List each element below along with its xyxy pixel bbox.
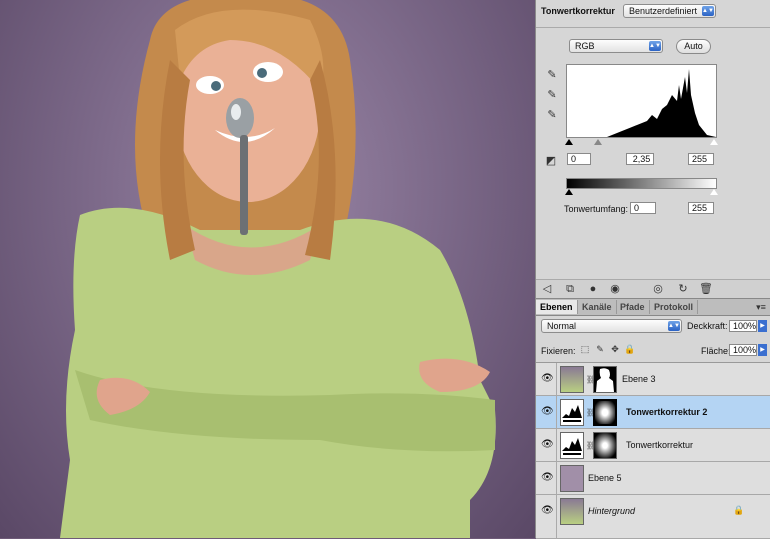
output-black-slider[interactable] [565, 189, 573, 195]
lock-icon: 🔒 [733, 505, 745, 515]
select-arrow-icon: ▲▼ [668, 321, 680, 331]
lock-position-icon[interactable]: ✥ [608, 342, 622, 356]
blend-mode-select[interactable]: Normal ▲▼ [541, 319, 682, 333]
back-arrow-icon[interactable]: ◁ [540, 282, 554, 296]
adjustments-title: Tonwertkorrektur [541, 6, 615, 16]
layer-row-hintergrund[interactable]: 👁 Hintergrund 🔒 [536, 495, 770, 539]
layer-thumbnail [560, 465, 584, 492]
panel-menu-icon[interactable]: ▾≡ [754, 300, 768, 314]
levels-adjustment-thumbnail [560, 432, 584, 459]
select-arrow-icon: ▲▼ [702, 6, 714, 16]
layer-row-ebene-3[interactable]: 👁 ⛓ Ebene 3 [536, 363, 770, 396]
eye-icon[interactable]: 👁 [541, 472, 554, 484]
layer-row-tonwertkorrektur-2[interactable]: 👁 ⛓ Tonwertkorrektur 2 [536, 396, 770, 429]
preset-select[interactable]: Benutzerdefiniert ▲▼ [623, 4, 716, 18]
input-white-slider[interactable] [710, 139, 718, 145]
fill-dropdown-icon[interactable]: ▶ [758, 344, 767, 356]
tab-layers[interactable]: Ebenen [536, 300, 578, 314]
lock-label: Fixieren: [541, 346, 576, 356]
layer-mask-thumbnail[interactable] [593, 366, 617, 393]
reset-icon[interactable]: ↻ [676, 282, 690, 296]
black-point-eyedropper-icon[interactable]: ✎ [545, 68, 559, 82]
lock-all-icon[interactable]: 🔒 [623, 342, 637, 356]
layer-mask-thumbnail[interactable] [593, 432, 617, 459]
document-canvas[interactable] [0, 0, 535, 538]
lock-pixels-icon[interactable]: ✎ [593, 342, 607, 356]
layer-name: Tonwertkorrektur 2 [626, 407, 708, 417]
fill-field[interactable]: 100% [729, 344, 757, 356]
input-gamma-field[interactable]: 2,35 [626, 153, 654, 165]
layer-name: Ebene 5 [588, 473, 622, 483]
layer-name: Ebene 3 [622, 374, 656, 384]
layer-thumbnail [560, 366, 584, 393]
opacity-field[interactable]: 100% [729, 320, 757, 332]
white-point-eyedropper-icon[interactable]: ✎ [545, 108, 559, 122]
trash-icon[interactable]: 🗑 [699, 282, 713, 296]
layer-name: Hintergrund [588, 506, 636, 516]
gray-point-eyedropper-icon[interactable]: ✎ [545, 88, 559, 102]
layer-name: Tonwertkorrektur [626, 440, 694, 450]
visibility-icon[interactable]: ◉ [608, 282, 622, 296]
output-white-slider[interactable] [710, 189, 718, 195]
select-arrow-icon: ▲▼ [649, 41, 661, 51]
view-previous-icon[interactable]: ◎ [651, 282, 665, 296]
right-panel: Tonwertkorrektur Benutzerdefiniert ▲▼ RG… [535, 0, 770, 539]
photo-girl-with-spoon [60, 0, 496, 538]
adjustments-toolbar: ◁ ⧉ ● ◉ ◎ ↻ 🗑 [536, 279, 770, 299]
tab-history[interactable]: Protokoll [650, 300, 699, 314]
layer-thumbnail [560, 498, 584, 525]
layer-row-tonwertkorrektur[interactable]: 👁 ⛓ Tonwertkorrektur [536, 429, 770, 462]
channel-select-value: RGB [575, 41, 595, 51]
output-white-field[interactable]: 255 [688, 202, 714, 214]
auto-button[interactable]: Auto [676, 39, 711, 54]
opacity-label: Deckkraft: [687, 321, 728, 331]
opacity-dropdown-icon[interactable]: ▶ [758, 320, 767, 332]
output-black-field[interactable]: 0 [630, 202, 656, 214]
input-white-field[interactable]: 255 [688, 153, 714, 165]
histogram-graph [567, 69, 716, 137]
eye-icon[interactable]: 👁 [541, 406, 554, 418]
fill-label: Fläche: [701, 346, 731, 356]
eye-icon[interactable]: 👁 [541, 373, 554, 385]
input-black-field[interactable]: 0 [567, 153, 591, 165]
clip-warning-icon[interactable]: ◩ [544, 154, 558, 168]
expand-view-icon[interactable]: ⧉ [563, 282, 577, 296]
eye-icon[interactable]: 👁 [541, 439, 554, 451]
levels-adjustment-thumbnail [560, 399, 584, 426]
histogram [566, 64, 717, 138]
layer-mask-thumbnail[interactable] [593, 399, 617, 426]
lock-transparency-icon[interactable]: ⬚ [578, 342, 592, 356]
clip-to-layer-icon[interactable]: ● [586, 282, 600, 296]
input-black-slider[interactable] [565, 139, 573, 145]
blend-mode-value: Normal [547, 321, 577, 331]
eye-icon[interactable]: 👁 [541, 505, 554, 517]
layer-row-ebene-5[interactable]: 👁 Ebene 5 [536, 462, 770, 495]
input-gamma-slider[interactable] [594, 139, 602, 145]
layers-list: 👁 ⛓ Ebene 3 👁 ⛓ Tonwertkorrektur 2 👁 ⛓ T… [536, 362, 770, 539]
channel-select[interactable]: RGB ▲▼ [569, 39, 663, 53]
tab-paths[interactable]: Pfade [616, 300, 650, 314]
tab-channels[interactable]: Kanäle [578, 300, 617, 314]
preset-select-value: Benutzerdefiniert [629, 6, 698, 16]
output-gradient [566, 178, 717, 189]
output-levels-label: Tonwertumfang: [564, 204, 629, 214]
